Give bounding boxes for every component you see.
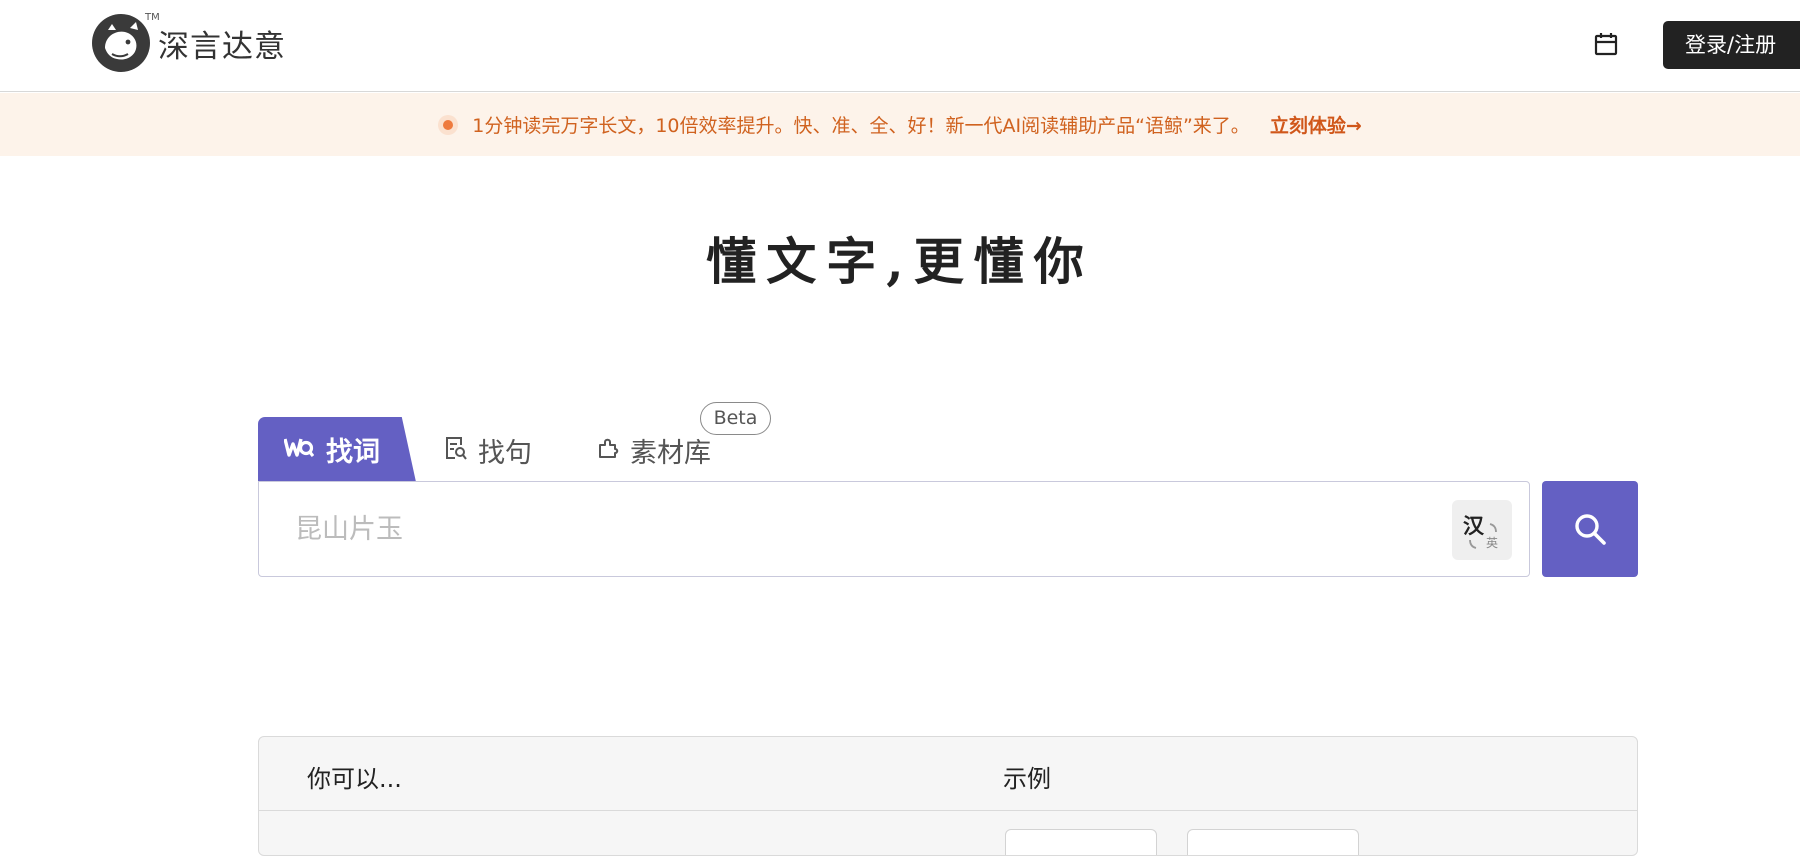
language-toggle-button[interactable]: 汉 英 — [1452, 500, 1512, 560]
hint-col-example: 示例 — [1003, 765, 1051, 793]
usage-hint-table: 你可以... 示例 — [258, 736, 1638, 856]
tab-label: 找词 — [326, 437, 380, 468]
beta-badge: Beta — [700, 402, 771, 435]
hint-col-you-can: 你可以... — [307, 765, 402, 793]
promo-banner: 1分钟读完万字长文，10倍效率提升。快、准、全、好！新一代AI阅读辅助产品“语鲸… — [0, 93, 1800, 156]
try-now-link[interactable]: 立刻体验→ — [1270, 111, 1362, 138]
search-input[interactable] — [295, 504, 1395, 554]
hint-table-header: 你可以... 示例 — [259, 737, 1637, 811]
brand-name: 深言达意 — [158, 28, 286, 65]
tab-find-words[interactable]: 找词 — [258, 417, 416, 482]
lang-english-label: 英 — [1486, 536, 1499, 550]
whale-logo-icon — [92, 14, 150, 72]
tab-find-sentences[interactable]: 找句 — [444, 430, 532, 470]
calendar-icon[interactable] — [1593, 31, 1619, 57]
example-chip[interactable] — [1005, 829, 1157, 855]
hero-slogan: 懂文字,更懂你 — [706, 232, 1094, 291]
top-header: 深言达意 TM 登录/注册 — [0, 0, 1800, 92]
trademark-mark: TM — [145, 12, 160, 23]
tab-label: 素材库 — [630, 437, 711, 469]
tab-material-library[interactable]: 素材库 — [596, 430, 711, 470]
login-register-button[interactable]: 登录/注册 — [1663, 21, 1800, 69]
wq-logo-icon — [283, 436, 315, 464]
brand-logo[interactable]: 深言达意 — [92, 14, 286, 72]
search-box: 汉 英 — [258, 481, 1530, 577]
sentence-search-icon — [444, 435, 468, 465]
puzzle-icon — [596, 436, 620, 464]
banner-message: 1分钟读完万字长文，10倍效率提升。快、准、全、好！新一代AI阅读辅助产品“语鲸… — [472, 115, 1250, 137]
example-chip[interactable] — [1187, 829, 1359, 855]
tab-label: 找句 — [478, 437, 532, 469]
search-icon — [1575, 514, 1606, 545]
search-button[interactable] — [1542, 481, 1638, 577]
banner-dot-icon — [438, 114, 459, 135]
